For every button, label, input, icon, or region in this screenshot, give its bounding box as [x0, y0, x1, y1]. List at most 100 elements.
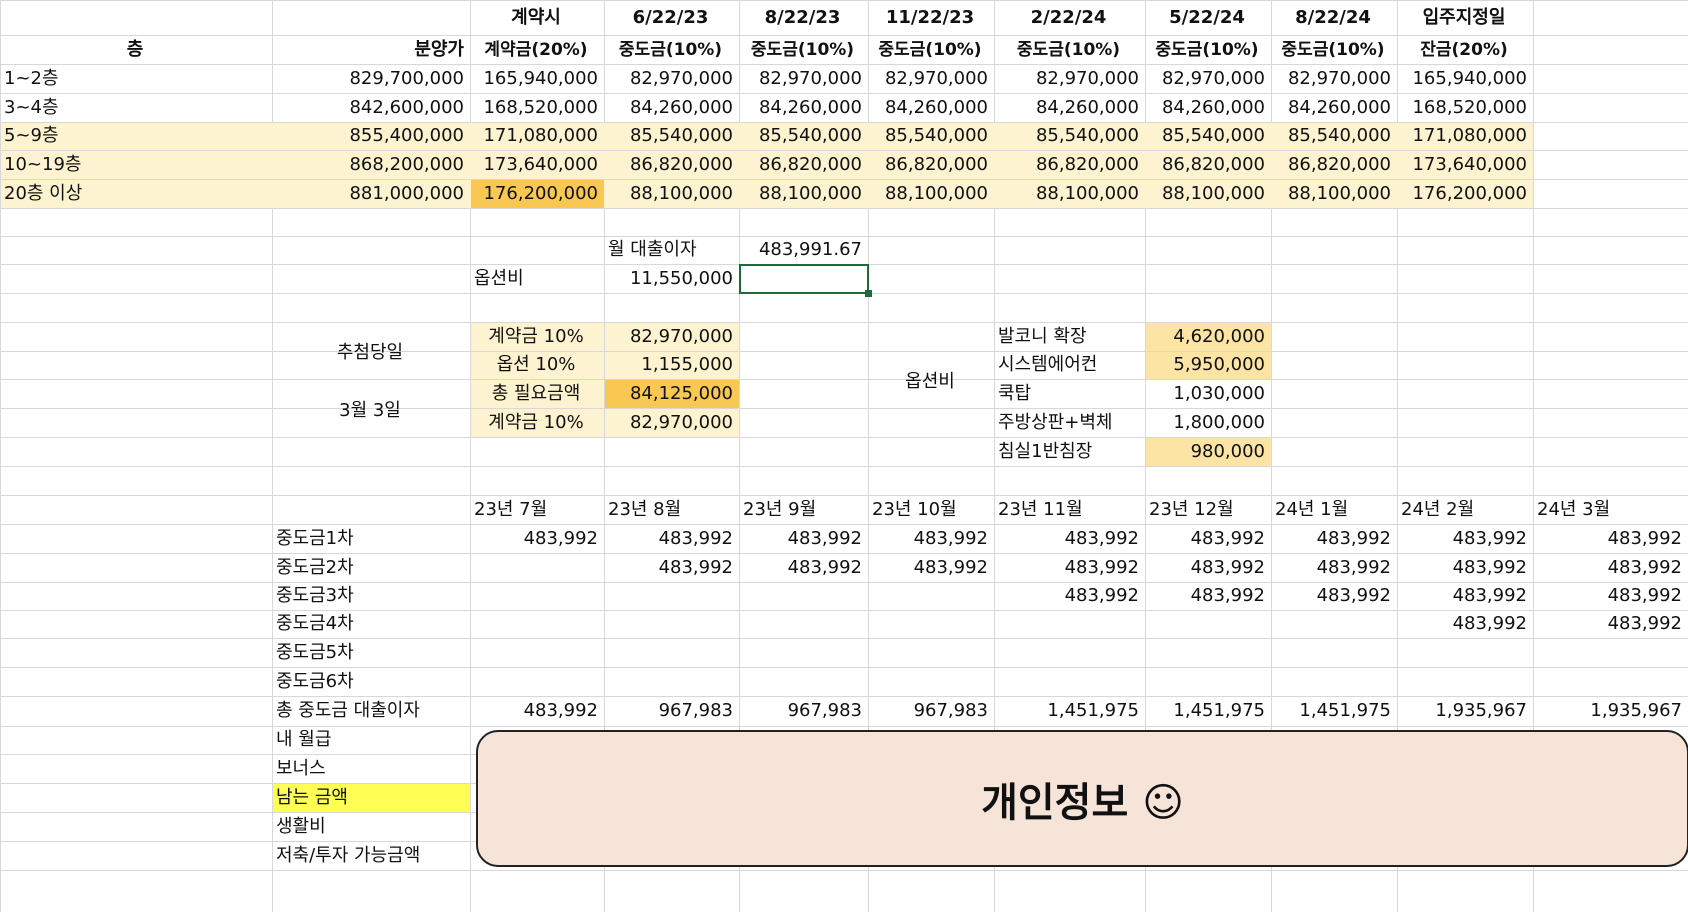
mid-payment-value[interactable]: 86,820,000 — [872, 152, 988, 178]
price-value[interactable]: 829,700,000 — [276, 66, 464, 92]
header-balance-bottom[interactable]: 잔금(20%) — [1401, 37, 1527, 63]
interest-value[interactable]: 483,992 — [1537, 555, 1682, 581]
mid-payment-value[interactable]: 86,820,000 — [608, 152, 733, 178]
floor-label[interactable]: 10~19층 — [4, 152, 266, 178]
interest-value[interactable]: 483,992 — [872, 526, 988, 552]
schedule-row-label[interactable]: 중도금1차 — [276, 526, 464, 552]
budget-label[interactable]: 남는 금액 — [276, 785, 464, 811]
mid-payment-value[interactable]: 84,260,000 — [743, 95, 862, 121]
floor-label[interactable]: 20층 이상 — [4, 181, 266, 207]
option-item-name[interactable]: 시스템에어컨 — [998, 352, 1139, 378]
monthly-loan-interest-label[interactable]: 월 대출이자 — [608, 237, 733, 263]
total-interest-value[interactable]: 1,451,975 — [998, 698, 1139, 724]
interest-value[interactable]: 483,992 — [474, 526, 598, 552]
mid-payment-value[interactable]: 84,260,000 — [872, 95, 988, 121]
interest-value[interactable]: 483,992 — [1537, 583, 1682, 609]
price-value[interactable]: 868,200,000 — [276, 152, 464, 178]
contract-value[interactable]: 171,080,000 — [474, 123, 598, 149]
option-item-value[interactable]: 1,030,000 — [1149, 381, 1265, 407]
interest-value[interactable]: 483,992 — [608, 526, 733, 552]
mid-payment-value[interactable]: 85,540,000 — [608, 123, 733, 149]
draw-total-value[interactable]: 84,125,000 — [608, 381, 733, 407]
schedule-month-header[interactable]: 24년 3월 — [1537, 497, 1682, 523]
header-midpayment-2[interactable]: 중도금(10%) — [743, 37, 862, 63]
interest-value[interactable]: 483,992 — [1275, 526, 1391, 552]
mid-payment-value[interactable]: 84,260,000 — [1275, 95, 1391, 121]
budget-label[interactable]: 저축/투자 가능금액 — [276, 843, 464, 869]
mid-payment-value[interactable]: 88,100,000 — [1275, 181, 1391, 207]
option-item-name[interactable]: 발코니 확장 — [998, 324, 1139, 350]
total-interest-value[interactable]: 967,983 — [743, 698, 862, 724]
contract-value[interactable]: 176,200,000 — [474, 181, 598, 207]
fill-handle[interactable] — [865, 290, 872, 297]
header-date-1[interactable]: 6/22/23 — [608, 5, 733, 31]
contract-value[interactable]: 165,940,000 — [474, 66, 598, 92]
mid-payment-value[interactable]: 82,970,000 — [872, 66, 988, 92]
draw-contract-label[interactable]: 계약금 10% — [474, 324, 598, 350]
floor-label[interactable]: 3~4층 — [4, 95, 266, 121]
option-total-label[interactable]: 옵션비 — [474, 266, 598, 292]
interest-value[interactable]: 483,992 — [1149, 526, 1265, 552]
option-item-name[interactable]: 주방상판+벽체 — [998, 410, 1139, 436]
total-interest-value[interactable]: 1,935,967 — [1537, 698, 1682, 724]
schedule-row-label[interactable]: 중도금4차 — [276, 611, 464, 637]
header-price[interactable]: 분양가 — [276, 37, 464, 63]
schedule-row-label[interactable]: 중도금2차 — [276, 555, 464, 581]
balance-value[interactable]: 176,200,000 — [1401, 181, 1527, 207]
mid-payment-value[interactable]: 84,260,000 — [1149, 95, 1265, 121]
total-interest-value[interactable]: 967,983 — [608, 698, 733, 724]
interest-value[interactable]: 483,992 — [1275, 583, 1391, 609]
header-floor[interactable]: 층 — [4, 37, 266, 63]
draw-option-value[interactable]: 1,155,000 — [608, 352, 733, 378]
interest-value[interactable]: 483,992 — [1401, 611, 1527, 637]
monthly-loan-interest-value[interactable]: 483,991.67 — [743, 237, 862, 263]
mid-payment-value[interactable]: 82,970,000 — [1275, 66, 1391, 92]
budget-label[interactable]: 보너스 — [276, 756, 464, 782]
header-date-4[interactable]: 2/22/24 — [998, 5, 1139, 31]
schedule-month-header[interactable]: 24년 2월 — [1401, 497, 1527, 523]
header-date-3[interactable]: 11/22/23 — [872, 5, 988, 31]
mid-payment-value[interactable]: 85,540,000 — [998, 123, 1139, 149]
schedule-row-label[interactable]: 중도금3차 — [276, 583, 464, 609]
mid-payment-value[interactable]: 86,820,000 — [743, 152, 862, 178]
draw-day-label[interactable]: 추첨당일 — [276, 340, 464, 366]
interest-value[interactable]: 483,992 — [1401, 583, 1527, 609]
floor-label[interactable]: 1~2층 — [4, 66, 266, 92]
header-midpayment-1[interactable]: 중도금(10%) — [608, 37, 733, 63]
interest-value[interactable]: 483,992 — [998, 583, 1139, 609]
option-item-name[interactable]: 쿡탑 — [998, 381, 1139, 407]
price-value[interactable]: 855,400,000 — [276, 123, 464, 149]
selected-cell[interactable] — [739, 264, 869, 294]
mid-payment-value[interactable]: 88,100,000 — [1149, 181, 1265, 207]
mid-payment-value[interactable]: 85,540,000 — [743, 123, 862, 149]
header-contract-top[interactable]: 계약시 — [474, 5, 598, 31]
option-item-value[interactable]: 1,800,000 — [1149, 410, 1265, 436]
schedule-month-header[interactable]: 23년 9월 — [743, 497, 862, 523]
schedule-month-header[interactable]: 23년 11월 — [998, 497, 1139, 523]
price-value[interactable]: 842,600,000 — [276, 95, 464, 121]
header-midpayment-3[interactable]: 중도금(10%) — [872, 37, 988, 63]
mid-payment-value[interactable]: 85,540,000 — [1149, 123, 1265, 149]
header-contract-bottom[interactable]: 계약금(20%) — [474, 37, 598, 63]
balance-value[interactable]: 173,640,000 — [1401, 152, 1527, 178]
schedule-row-label[interactable]: 중도금5차 — [276, 640, 464, 666]
budget-label[interactable]: 생활비 — [276, 814, 464, 840]
schedule-month-header[interactable]: 23년 7월 — [474, 497, 598, 523]
mid-payment-value[interactable]: 88,100,000 — [608, 181, 733, 207]
total-interest-label[interactable]: 총 중도금 대출이자 — [276, 698, 464, 724]
mid-payment-value[interactable]: 85,540,000 — [1275, 123, 1391, 149]
option-item-value[interactable]: 980,000 — [1149, 439, 1265, 465]
mid-payment-value[interactable]: 82,970,000 — [998, 66, 1139, 92]
contract-value[interactable]: 168,520,000 — [474, 95, 598, 121]
total-interest-value[interactable]: 1,451,975 — [1149, 698, 1265, 724]
total-interest-value[interactable]: 967,983 — [872, 698, 988, 724]
interest-value[interactable]: 483,992 — [743, 555, 862, 581]
mid-payment-value[interactable]: 88,100,000 — [872, 181, 988, 207]
options-block-label[interactable]: 옵션비 — [872, 369, 988, 395]
header-date-6[interactable]: 8/22/24 — [1275, 5, 1391, 31]
header-midpayment-6[interactable]: 중도금(10%) — [1275, 37, 1391, 63]
interest-value[interactable]: 483,992 — [1149, 583, 1265, 609]
mid-payment-value[interactable]: 88,100,000 — [998, 181, 1139, 207]
option-item-value[interactable]: 5,950,000 — [1149, 352, 1265, 378]
mid-payment-value[interactable]: 82,970,000 — [1149, 66, 1265, 92]
